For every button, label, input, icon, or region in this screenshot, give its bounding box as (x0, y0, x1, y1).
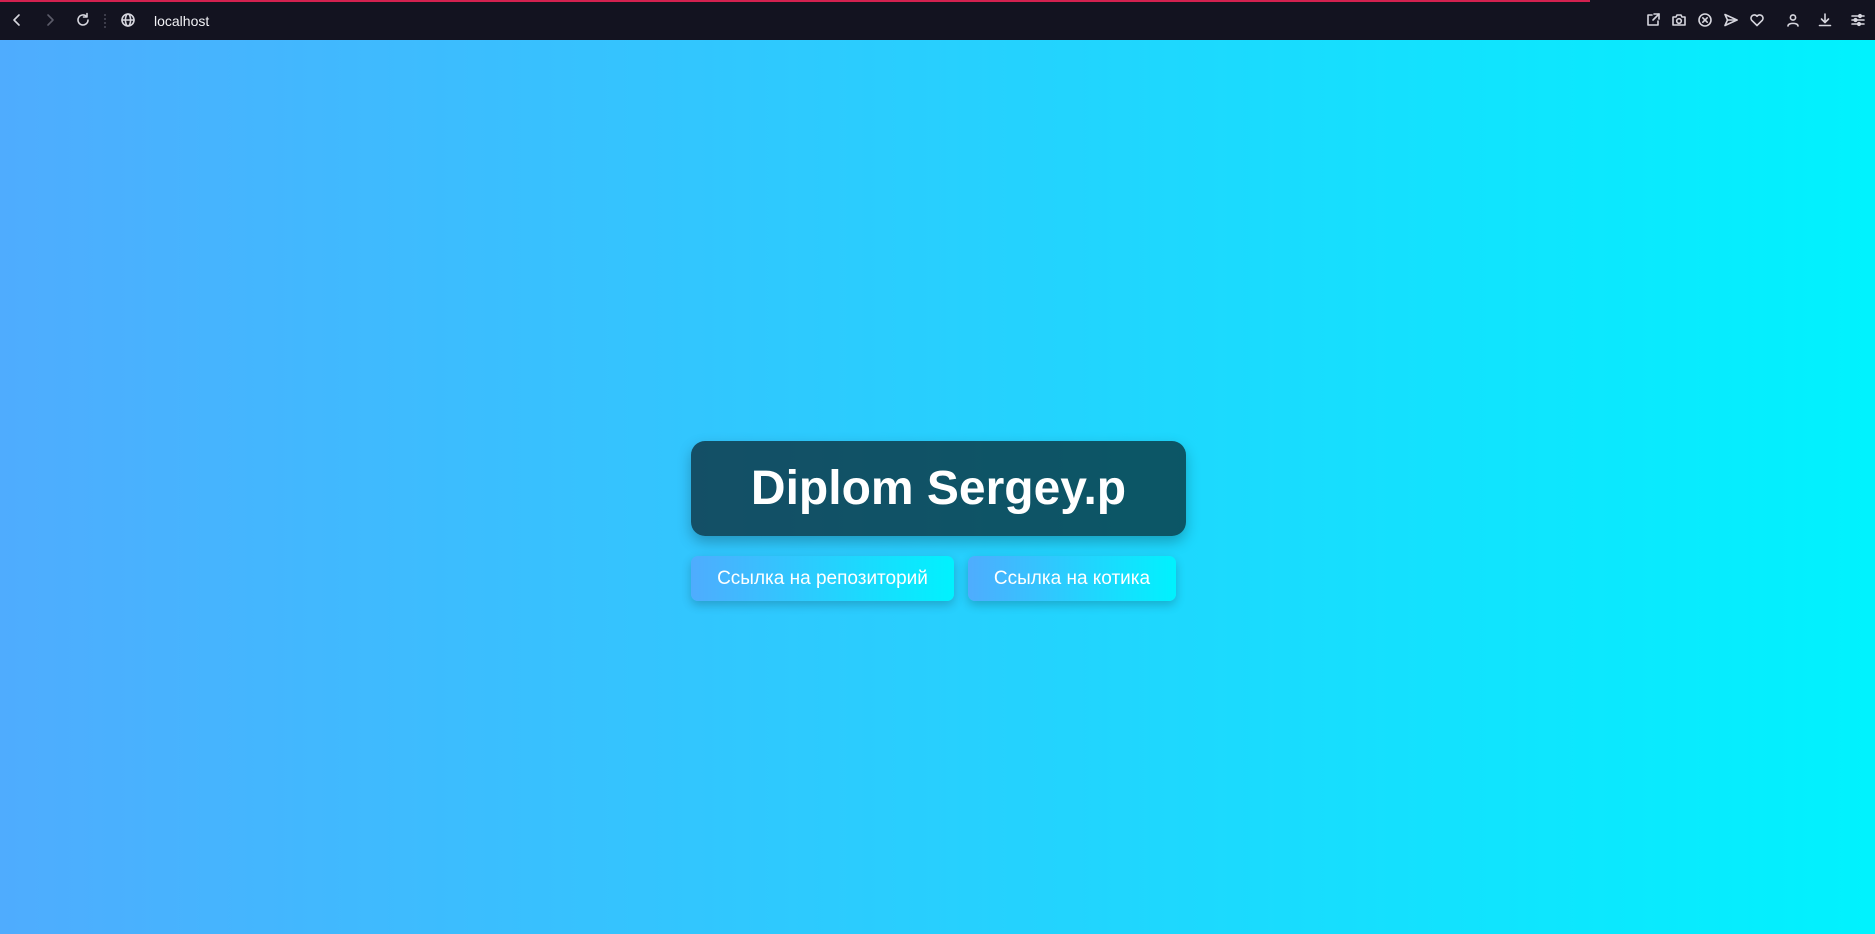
download-icon[interactable] (1815, 10, 1835, 30)
toolbar-divider (104, 14, 108, 28)
repository-link-button[interactable]: Ссылка на репозиторий (691, 556, 954, 601)
forward-arrow-icon[interactable] (40, 10, 60, 30)
user-icon[interactable] (1783, 10, 1803, 30)
browser-toolbar: localhost (0, 0, 1875, 40)
close-circle-icon[interactable] (1695, 10, 1715, 30)
globe-icon[interactable] (118, 10, 138, 30)
camera-icon[interactable] (1669, 10, 1689, 30)
heart-icon[interactable] (1747, 10, 1767, 30)
address-bar-url[interactable]: localhost (154, 11, 209, 31)
back-arrow-icon[interactable] (7, 10, 27, 30)
page-loading-bar (0, 0, 1590, 2)
send-icon[interactable] (1721, 10, 1741, 30)
title-card: Diplom Sergey.p (691, 441, 1186, 536)
settings-sliders-icon[interactable] (1848, 10, 1868, 30)
reload-icon[interactable] (73, 10, 93, 30)
page-title: Diplom Sergey.p (750, 462, 1127, 515)
share-icon[interactable] (1643, 10, 1663, 30)
kitten-link-button[interactable]: Ссылка на котика (968, 556, 1176, 601)
